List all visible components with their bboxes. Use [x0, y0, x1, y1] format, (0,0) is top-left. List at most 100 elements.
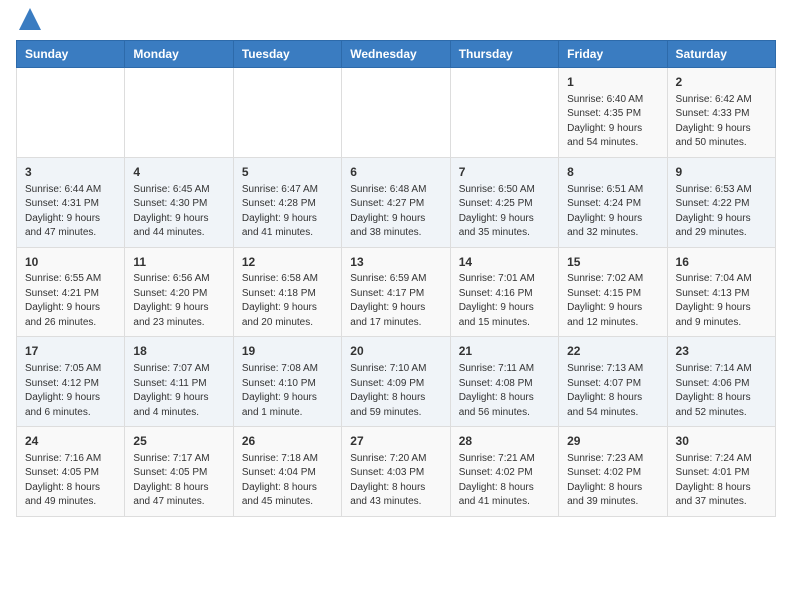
day-info: Sunrise: 7:23 AM Sunset: 4:02 PM Dayligh…: [567, 452, 658, 510]
day-info: Sunrise: 7:24 AM Sunset: 4:01 PM Dayligh…: [676, 452, 767, 510]
day-info: Sunrise: 7:21 AM Sunset: 4:02 PM Dayligh…: [459, 452, 550, 510]
day-number: 19: [242, 343, 333, 360]
day-info: Sunrise: 6:55 AM Sunset: 4:21 PM Dayligh…: [25, 272, 116, 330]
calendar-cell: 13Sunrise: 6:59 AM Sunset: 4:17 PM Dayli…: [342, 247, 450, 337]
day-info: Sunrise: 7:01 AM Sunset: 4:16 PM Dayligh…: [459, 272, 550, 330]
calendar-cell: 16Sunrise: 7:04 AM Sunset: 4:13 PM Dayli…: [667, 247, 775, 337]
day-info: Sunrise: 7:08 AM Sunset: 4:10 PM Dayligh…: [242, 362, 333, 420]
column-header-saturday: Saturday: [667, 41, 775, 68]
calendar-cell: 20Sunrise: 7:10 AM Sunset: 4:09 PM Dayli…: [342, 337, 450, 427]
day-number: 9: [676, 164, 767, 181]
calendar-cell: [450, 68, 558, 158]
day-info: Sunrise: 7:20 AM Sunset: 4:03 PM Dayligh…: [350, 452, 441, 510]
day-number: 25: [133, 433, 224, 450]
day-number: 26: [242, 433, 333, 450]
day-number: 16: [676, 254, 767, 271]
column-header-tuesday: Tuesday: [233, 41, 341, 68]
calendar-week-row: 3 Sunrise: 6:44 AM Sunset: 4:31 PM Daylig…: [17, 157, 776, 247]
day-info: Sunrise: 6:50 AM Sunset: 4:25 PM Dayligh…: [459, 183, 550, 241]
day-number: 8: [567, 164, 658, 181]
calendar-cell: [233, 68, 341, 158]
calendar-cell: [17, 68, 125, 158]
day-info: Sunrise: 6:53 AM Sunset: 4:22 PM Dayligh…: [676, 183, 767, 241]
calendar-cell: [342, 68, 450, 158]
calendar-cell: 9 Sunrise: 6:53 AM Sunset: 4:22 PM Daylig…: [667, 157, 775, 247]
day-info: Sunrise: 6:44 AM Sunset: 4:31 PM Dayligh…: [25, 183, 116, 241]
calendar-table: SundayMondayTuesdayWednesdayThursdayFrid…: [16, 40, 776, 517]
day-info: Sunrise: 6:48 AM Sunset: 4:27 PM Dayligh…: [350, 183, 441, 241]
calendar-cell: 7 Sunrise: 6:50 AM Sunset: 4:25 PM Daylig…: [450, 157, 558, 247]
calendar-cell: 15Sunrise: 7:02 AM Sunset: 4:15 PM Dayli…: [559, 247, 667, 337]
day-number: 3: [25, 164, 116, 181]
day-info: Sunrise: 7:11 AM Sunset: 4:08 PM Dayligh…: [459, 362, 550, 420]
day-number: 18: [133, 343, 224, 360]
calendar-cell: 11Sunrise: 6:56 AM Sunset: 4:20 PM Dayli…: [125, 247, 233, 337]
day-info: Sunrise: 7:13 AM Sunset: 4:07 PM Dayligh…: [567, 362, 658, 420]
day-number: 27: [350, 433, 441, 450]
calendar-cell: 19 Sunrise: 7:08 AM Sunset: 4:10 PM Dayli…: [233, 337, 341, 427]
calendar-cell: 25 Sunrise: 7:17 AM Sunset: 4:05 PM Dayli…: [125, 427, 233, 517]
logo: [16, 16, 41, 30]
calendar-cell: 10Sunrise: 6:55 AM Sunset: 4:21 PM Dayli…: [17, 247, 125, 337]
day-info: Sunrise: 6:42 AM Sunset: 4:33 PM Dayligh…: [676, 93, 767, 151]
day-number: 13: [350, 254, 441, 271]
day-number: 23: [676, 343, 767, 360]
day-number: 4: [133, 164, 224, 181]
day-number: 7: [459, 164, 550, 181]
day-number: 12: [242, 254, 333, 271]
page-header: [16, 16, 776, 30]
calendar-cell: 18 Sunrise: 7:07 AM Sunset: 4:11 PM Dayli…: [125, 337, 233, 427]
calendar-cell: 8 Sunrise: 6:51 AM Sunset: 4:24 PM Daylig…: [559, 157, 667, 247]
day-number: 1: [567, 74, 658, 91]
calendar-cell: 4 Sunrise: 6:45 AM Sunset: 4:30 PM Daylig…: [125, 157, 233, 247]
day-info: Sunrise: 6:59 AM Sunset: 4:17 PM Dayligh…: [350, 272, 441, 330]
day-number: 29: [567, 433, 658, 450]
calendar-cell: 24 Sunrise: 7:16 AM Sunset: 4:05 PM Dayli…: [17, 427, 125, 517]
calendar-cell: 2 Sunrise: 6:42 AM Sunset: 4:33 PM Daylig…: [667, 68, 775, 158]
day-number: 24: [25, 433, 116, 450]
day-number: 10: [25, 254, 116, 271]
calendar-cell: 17 Sunrise: 7:05 AM Sunset: 4:12 PM Dayli…: [17, 337, 125, 427]
day-info: Sunrise: 6:58 AM Sunset: 4:18 PM Dayligh…: [242, 272, 333, 330]
day-number: 28: [459, 433, 550, 450]
column-header-friday: Friday: [559, 41, 667, 68]
day-number: 15: [567, 254, 658, 271]
calendar-cell: 28 Sunrise: 7:21 AM Sunset: 4:02 PM Dayli…: [450, 427, 558, 517]
day-info: Sunrise: 6:51 AM Sunset: 4:24 PM Dayligh…: [567, 183, 658, 241]
day-info: Sunrise: 7:04 AM Sunset: 4:13 PM Dayligh…: [676, 272, 767, 330]
day-info: Sunrise: 7:16 AM Sunset: 4:05 PM Dayligh…: [25, 452, 116, 510]
calendar-cell: 5Sunrise: 6:47 AM Sunset: 4:28 PM Daylig…: [233, 157, 341, 247]
day-info: Sunrise: 6:56 AM Sunset: 4:20 PM Dayligh…: [133, 272, 224, 330]
calendar-week-row: 24 Sunrise: 7:16 AM Sunset: 4:05 PM Dayli…: [17, 427, 776, 517]
logo-icon: [19, 8, 41, 30]
calendar-cell: 22 Sunrise: 7:13 AM Sunset: 4:07 PM Dayli…: [559, 337, 667, 427]
day-number: 30: [676, 433, 767, 450]
column-header-thursday: Thursday: [450, 41, 558, 68]
day-info: Sunrise: 7:07 AM Sunset: 4:11 PM Dayligh…: [133, 362, 224, 420]
calendar-header-row: SundayMondayTuesdayWednesdayThursdayFrid…: [17, 41, 776, 68]
calendar-cell: 1 Sunrise: 6:40 AM Sunset: 4:35 PM Daylig…: [559, 68, 667, 158]
calendar-cell: 12Sunrise: 6:58 AM Sunset: 4:18 PM Dayli…: [233, 247, 341, 337]
calendar-cell: 27 Sunrise: 7:20 AM Sunset: 4:03 PM Dayli…: [342, 427, 450, 517]
calendar-cell: 21 Sunrise: 7:11 AM Sunset: 4:08 PM Dayli…: [450, 337, 558, 427]
day-info: Sunrise: 7:18 AM Sunset: 4:04 PM Dayligh…: [242, 452, 333, 510]
day-info: Sunrise: 7:02 AM Sunset: 4:15 PM Dayligh…: [567, 272, 658, 330]
day-number: 22: [567, 343, 658, 360]
calendar-cell: [125, 68, 233, 158]
day-info: Sunrise: 6:40 AM Sunset: 4:35 PM Dayligh…: [567, 93, 658, 151]
day-info: Sunrise: 7:17 AM Sunset: 4:05 PM Dayligh…: [133, 452, 224, 510]
column-header-monday: Monday: [125, 41, 233, 68]
day-number: 11: [133, 254, 224, 271]
day-number: 14: [459, 254, 550, 271]
calendar-cell: 3 Sunrise: 6:44 AM Sunset: 4:31 PM Daylig…: [17, 157, 125, 247]
calendar-cell: 26 Sunrise: 7:18 AM Sunset: 4:04 PM Dayli…: [233, 427, 341, 517]
day-number: 6: [350, 164, 441, 181]
calendar-cell: 6 Sunrise: 6:48 AM Sunset: 4:27 PM Daylig…: [342, 157, 450, 247]
column-header-wednesday: Wednesday: [342, 41, 450, 68]
day-number: 2: [676, 74, 767, 91]
day-number: 21: [459, 343, 550, 360]
calendar-cell: 23Sunrise: 7:14 AM Sunset: 4:06 PM Dayli…: [667, 337, 775, 427]
day-number: 17: [25, 343, 116, 360]
day-info: Sunrise: 6:45 AM Sunset: 4:30 PM Dayligh…: [133, 183, 224, 241]
day-info: Sunrise: 7:05 AM Sunset: 4:12 PM Dayligh…: [25, 362, 116, 420]
